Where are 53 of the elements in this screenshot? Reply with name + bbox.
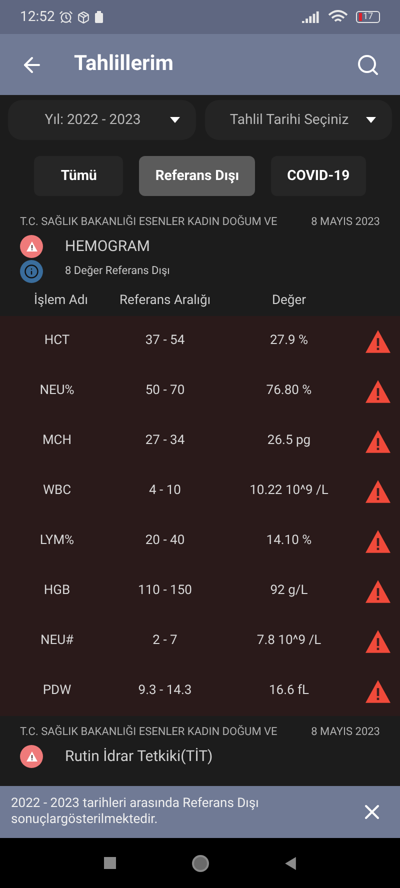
back-nav-button[interactable]: [285, 856, 296, 870]
table-cell-text: 37 - 54: [144, 332, 186, 350]
table-cell-text: HCT: [43, 332, 71, 350]
table-cell-text: 4 - 10: [148, 482, 182, 500]
table-cell-text: 50 - 70: [144, 382, 186, 400]
caret-icon: [170, 117, 180, 123]
dropdown[interactable]: Tahlil Tarihi Seçiniz: [204, 100, 392, 140]
test-name: HEMOGRAM: [65, 236, 150, 257]
signal-icon: [302, 11, 320, 23]
column-header: Referans Aralığı: [118, 292, 212, 310]
column-header: İşlem Adı: [33, 292, 89, 310]
test-name: Rutin İdrar Tetkiki(TİT): [65, 746, 213, 767]
note: 8 Değer Referans Dışı: [65, 262, 170, 279]
package-icon: [76, 10, 90, 24]
test-date: 8 MAYIS 2023: [311, 724, 380, 740]
table-cell-text: 7.8 10^9 /L: [256, 632, 322, 650]
search-button[interactable]: [356, 52, 380, 76]
hospital-name: T.C. SAĞLIK BAKANLIĞI ESENLER KADIN DOĞUM VE: [20, 724, 278, 740]
alarm-icon: [58, 10, 73, 24]
table-cell-text: 20 - 40: [144, 532, 186, 550]
table-cell-text: WBC: [42, 482, 72, 500]
table-cell-text: 27.9 %: [268, 332, 310, 350]
table-cell-text: NEU#: [39, 632, 75, 650]
filter-tab[interactable]: Tümü: [34, 156, 124, 196]
table-cell-text: NEU%: [38, 382, 76, 400]
hospital-name: T.C. SAĞLIK BAKANLIĞI ESENLER KADIN DOĞUM VE: [20, 214, 278, 230]
dropdown[interactable]: Yıl: 2022 - 2023: [8, 100, 196, 140]
status-time: 12:52: [20, 8, 55, 26]
battery-indicator: 17: [356, 11, 380, 23]
table-cell-text: 9.3 - 14.3: [137, 682, 193, 700]
test-date: 8 MAYIS 2023: [311, 214, 380, 230]
snackbar-message: 2022 - 2023 tarihleri arasında Referans Dışı sonuçlargösterilmektedir.: [11, 796, 260, 828]
table-cell-text: 76.80 %: [265, 382, 313, 400]
info-icon: [20, 260, 43, 282]
filter-tab[interactable]: COVID-19: [271, 156, 366, 196]
table-cell-text: 16.6 fL: [268, 682, 310, 700]
column-header: Değer: [270, 292, 308, 310]
table-cell-text: 14.10 %: [265, 532, 313, 550]
table-cell-text: 92 g/L: [269, 582, 309, 600]
table-cell-text: 27 - 34: [144, 432, 186, 450]
table-cell-text: LYM%: [38, 532, 76, 550]
table-cell-text: 2 - 7: [152, 632, 178, 650]
table-cell-text: HGB: [42, 582, 72, 600]
table-cell-text: 110 - 150: [137, 582, 193, 600]
table-cell-text: PDW: [42, 682, 72, 700]
table-cell-text: MCH: [41, 432, 73, 450]
table-cell-text: 26.5 pg: [266, 432, 312, 450]
filter-tab[interactable]: Referans Dışı: [139, 156, 256, 196]
wifi-icon: [328, 10, 348, 24]
home-button[interactable]: [192, 854, 209, 872]
page-title: Tahlillerim: [74, 50, 174, 78]
table-cell-text: 10.22 10^9 /L: [248, 482, 330, 500]
caret-icon: [366, 117, 376, 123]
